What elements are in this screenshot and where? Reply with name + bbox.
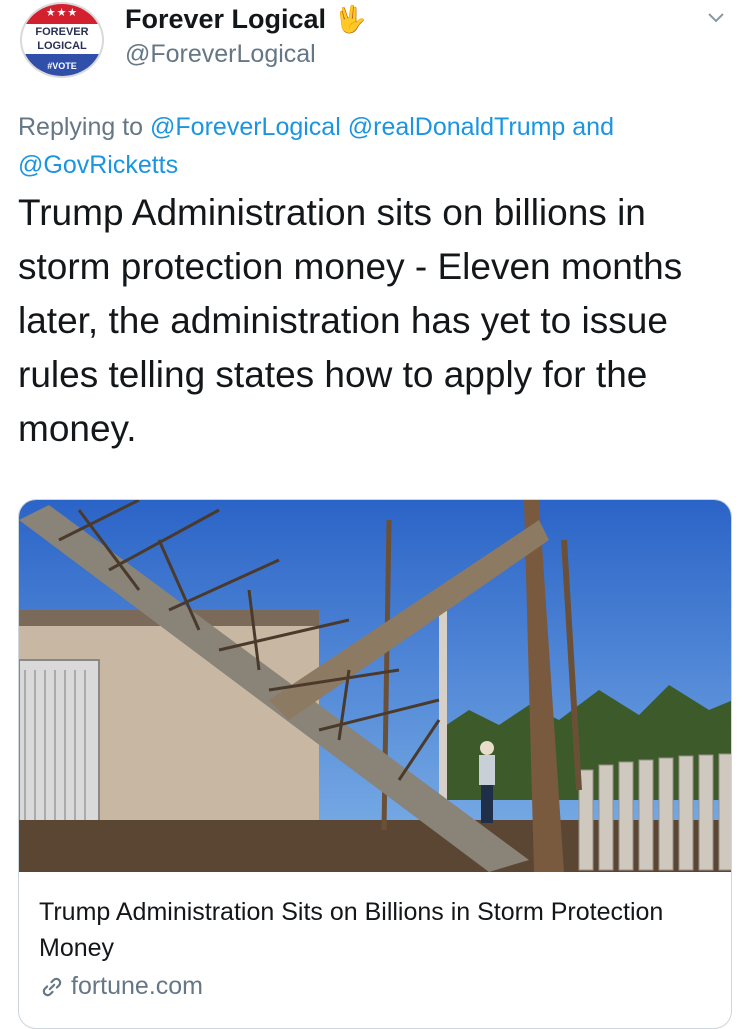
card-domain[interactable]: fortune.com	[71, 972, 203, 1001]
avatar[interactable]: ★★★ FOREVER LOGICAL #VOTE	[20, 2, 104, 78]
tweet-text: Trump Administration sits on billions in…	[18, 192, 683, 449]
mention-govricketts[interactable]: @GovRicketts	[18, 151, 178, 179]
reply-context: Replying to @ForeverLogical @realDonaldT…	[18, 108, 728, 184]
storm-damage-photo[interactable]	[19, 500, 732, 872]
mention-realdonaldtrump[interactable]: @realDonaldTrump	[348, 113, 566, 141]
display-name-row[interactable]: Forever Logical 🖖	[125, 4, 366, 35]
avatar-text-line3: #VOTE	[47, 61, 77, 71]
chevron-down-icon[interactable]	[706, 8, 726, 28]
mention-and[interactable]: and	[572, 113, 614, 141]
user-handle[interactable]: @ForeverLogical	[125, 40, 316, 69]
avatar-stars: ★★★	[45, 7, 79, 19]
link-card[interactable]: Trump Administration Sits on Billions in…	[18, 499, 732, 1029]
avatar-text-line1: FOREVER	[35, 26, 89, 38]
link-icon	[42, 977, 62, 996]
reply-prefix: Replying to	[18, 113, 144, 141]
card-title[interactable]: Trump Administration Sits on Billions in…	[39, 894, 679, 966]
card-domain-row[interactable]: fortune.com	[39, 972, 203, 1001]
vulcan-salute-icon: 🖖	[334, 4, 367, 34]
mention-foreverlogical[interactable]: @ForeverLogical	[150, 113, 341, 141]
avatar-text-line2: LOGICAL	[37, 40, 87, 52]
display-name[interactable]: Forever Logical	[125, 4, 326, 35]
